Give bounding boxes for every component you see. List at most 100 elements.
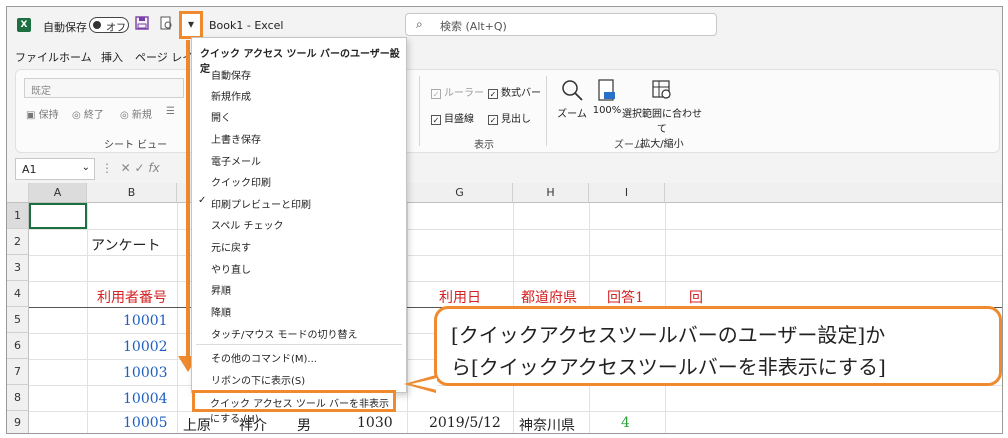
show-group-label: 表示 (474, 140, 494, 151)
sheet-view-select[interactable]: 既定 (24, 78, 184, 98)
tab-insert[interactable]: 挿入 (101, 49, 123, 65)
document-100-icon (598, 79, 615, 101)
column-header-h[interactable]: H (513, 183, 589, 203)
save-icon[interactable] (133, 16, 151, 34)
tab-home[interactable]: ホーム (59, 49, 92, 65)
row-header-2[interactable]: 2 (7, 229, 29, 255)
sheet-view-keep-button[interactable]: ▣ 保持 (26, 106, 59, 121)
column-header-i[interactable]: I (589, 183, 665, 203)
tab-page-layout[interactable]: ページ レイ (135, 49, 193, 65)
search-placeholder: 検索 (Alt+Q) (440, 20, 507, 33)
cell-c9[interactable]: 上原 (183, 415, 211, 433)
toggle-knob (93, 21, 101, 29)
gridline (29, 281, 1002, 282)
menu-item-label: その他のコマンド(M)... (211, 354, 317, 365)
zoom-group-label: ズーム (614, 140, 644, 151)
row-header-1[interactable]: 1 (7, 203, 29, 229)
zoom-selection-label: 選択範囲に合わせて (622, 109, 702, 135)
cell-b7[interactable]: 10003 (123, 365, 168, 381)
cell-b2[interactable]: アンケート (91, 235, 160, 255)
cell-i4[interactable]: 回答1 (607, 287, 644, 307)
column-header-g[interactable]: G (407, 183, 513, 203)
gridlines-checkbox[interactable]: ✓ 目盛線 (431, 110, 474, 125)
menu-item-new[interactable]: 新規作成 (193, 83, 405, 104)
cell-g4[interactable]: 利用日 (439, 287, 481, 307)
row-header-8[interactable]: 8 (7, 385, 29, 411)
menu-item-spell-check[interactable]: スペル チェック (193, 212, 405, 233)
cell-b9[interactable]: 10005 (123, 415, 168, 431)
customize-qat-dropdown-button[interactable]: ▾ (179, 11, 203, 39)
checkmark-icon: ✓ (198, 195, 207, 206)
callout-line-1: [クイックアクセスツールバーのユーザー設定]か (451, 323, 886, 347)
menu-item-show-below-ribbon[interactable]: リボンの下に表示(S) (193, 367, 405, 388)
cell-h4[interactable]: 都道府県 (521, 287, 577, 307)
fx-icon[interactable]: fx (148, 161, 159, 175)
print-preview-icon[interactable] (157, 16, 175, 34)
headings-checkbox[interactable]: ✓ 見出し (488, 110, 531, 125)
menu-item-quick-print[interactable]: クイック印刷 (193, 169, 405, 190)
cell-f9[interactable]: 1030 (357, 415, 393, 431)
column-header-a[interactable]: A (29, 183, 87, 203)
row-header-5[interactable]: 5 (7, 307, 29, 333)
gridline (29, 411, 1002, 412)
ribbon-separator (419, 76, 420, 146)
customize-qat-menu: クイック アクセス ツール バーのユーザー設定 自動保存 新規作成 開く 上書き… (191, 37, 407, 393)
menu-item-more-commands[interactable]: その他のコマンド(M)... (193, 345, 405, 366)
menu-item-open[interactable]: 開く (193, 104, 405, 125)
title-bar: X 自動保存 オフ ▾ Book1 - Excel ⌕ 検索 (Alt+Q) (7, 7, 1002, 41)
zoom-100-label: 100% (592, 105, 622, 116)
menu-item-label: 自動保存 (211, 71, 251, 82)
menu-item-sort-ascending[interactable]: 昇順 (193, 277, 405, 298)
autosave-toggle[interactable]: オフ (89, 17, 129, 34)
ruler-checkbox[interactable]: ✓ ルーラー (431, 84, 484, 99)
cell-j4[interactable]: 回 (689, 287, 703, 307)
formula-bar: A1 ⌄ ⋮ ✕ ✓ fx (7, 157, 1002, 181)
zoom-100-button[interactable]: 100% (590, 78, 624, 116)
row-header-4[interactable]: 4 (7, 281, 29, 307)
cell-g9[interactable]: 2019/5/12 (429, 415, 501, 431)
instruction-callout: [クイックアクセスツールバーのユーザー設定]か ら[クイックアクセスツールバーを… (434, 306, 1002, 386)
menu-item-label: 上書き保存 (211, 135, 261, 146)
cell-e9[interactable]: 男 (297, 415, 311, 433)
name-box[interactable]: A1 ⌄ (15, 158, 95, 180)
sheet-view-new-button[interactable]: ◎ 新規 (120, 106, 152, 121)
cell-b8[interactable]: 10004 (123, 391, 168, 407)
menu-item-save[interactable]: 上書き保存 (193, 126, 405, 147)
active-cell-a1[interactable] (29, 203, 87, 229)
ruler-label: ルーラー (444, 88, 484, 99)
search-box[interactable]: ⌕ 検索 (Alt+Q) (405, 13, 717, 36)
cell-b4[interactable]: 利用者番号 (97, 287, 167, 307)
exit-label: 終了 (83, 110, 104, 121)
cell-b6[interactable]: 10002 (123, 339, 168, 355)
menu-item-label: クイック印刷 (211, 178, 271, 189)
menu-item-label: やり直し (211, 265, 251, 276)
checkbox-icon: ✓ (431, 115, 441, 125)
menu-item-label: 降順 (211, 308, 231, 319)
formula-bar-label: 数式バー (501, 88, 541, 99)
row-header-7[interactable]: 7 (7, 359, 29, 385)
menu-item-print-preview[interactable]: ✓ 印刷プレビューと印刷 (193, 191, 405, 212)
menu-item-label: 新規作成 (211, 92, 251, 103)
menu-item-autosave[interactable]: 自動保存 (193, 62, 405, 83)
menu-item-undo[interactable]: 元に戻す (193, 234, 405, 255)
gridline (29, 255, 1002, 256)
row-header-6[interactable]: 6 (7, 333, 29, 359)
menu-item-email[interactable]: 電子メール (193, 148, 405, 169)
row-header-9[interactable]: 9 (7, 411, 29, 433)
row-header-3[interactable]: 3 (7, 255, 29, 281)
cell-b5[interactable]: 10001 (123, 313, 168, 329)
cell-i9[interactable]: 4 (621, 415, 630, 431)
formula-bar-checkbox[interactable]: ✓ 数式バー (488, 84, 541, 99)
menu-item-redo[interactable]: やり直し (193, 256, 405, 277)
sheet-view-exit-button[interactable]: ◎ 終了 (72, 106, 104, 121)
sheet-view-options-icon[interactable]: ☰ (166, 106, 175, 117)
select-all-corner[interactable] (7, 183, 29, 203)
menu-item-sort-descending[interactable]: 降順 (193, 299, 405, 320)
gridline (87, 203, 88, 433)
cell-h9[interactable]: 神奈川県 (519, 415, 575, 433)
column-header-b[interactable]: B (87, 183, 177, 203)
menu-item-touch-mouse-mode[interactable]: タッチ/マウス モードの切り替え (193, 321, 405, 342)
tab-file[interactable]: ファイル (15, 49, 59, 65)
menu-item-hide-qat[interactable]: クイック アクセス ツール バーを非表示にする (H) (192, 390, 396, 425)
zoom-button[interactable]: ズーム (554, 78, 590, 120)
